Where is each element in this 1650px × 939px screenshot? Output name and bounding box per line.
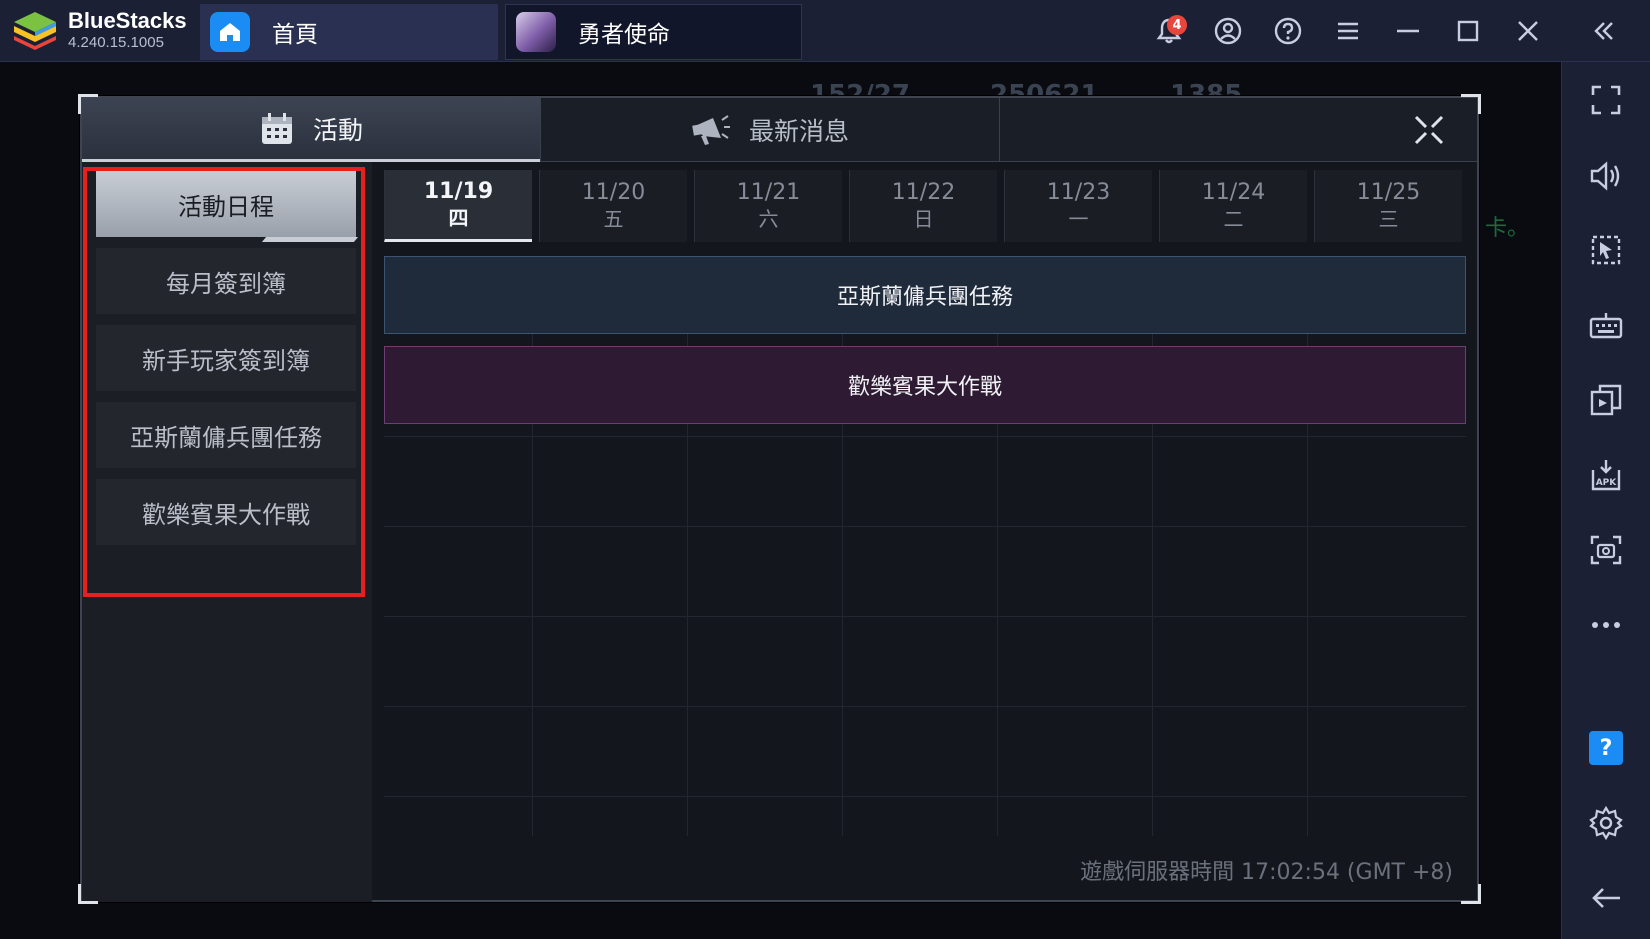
schedule-grid: 亞斯蘭傭兵團任務 歡樂賓果大作戰 bbox=[384, 256, 1466, 836]
weekday-label: 四 bbox=[448, 205, 469, 230]
help-circle-icon[interactable] bbox=[1271, 14, 1305, 48]
date-label: 11/20 bbox=[581, 180, 646, 205]
event-menu: 活動日程 每月簽到簿 新手玩家簽到簿 亞斯蘭傭兵團任務 歡樂賓果大作戰 bbox=[82, 162, 372, 902]
date-label: 11/25 bbox=[1356, 180, 1421, 205]
grid-line bbox=[384, 706, 1466, 707]
weekday-label: 五 bbox=[603, 207, 624, 231]
date-label: 11/24 bbox=[1201, 180, 1266, 205]
dialog-tab-bar: 活動 最新消息 bbox=[82, 98, 1477, 162]
date-label: 11/19 bbox=[423, 178, 494, 204]
menu-item-schedule[interactable]: 活動日程 bbox=[96, 171, 356, 237]
bluestacks-logo bbox=[14, 12, 56, 50]
date-tab[interactable]: 11/19 四 bbox=[384, 170, 532, 242]
date-tab[interactable]: 11/22 日 bbox=[849, 170, 997, 242]
multi-instance-icon[interactable] bbox=[1584, 378, 1628, 422]
tab-events[interactable]: 活動 bbox=[82, 98, 540, 162]
maximize-icon[interactable] bbox=[1451, 14, 1485, 48]
help-icon[interactable]: ? bbox=[1584, 726, 1628, 770]
date-label: 11/21 bbox=[736, 180, 801, 205]
grid-line bbox=[384, 526, 1466, 527]
date-tab[interactable]: 11/24 二 bbox=[1159, 170, 1307, 242]
account-icon[interactable] bbox=[1211, 14, 1245, 48]
apk-install-icon[interactable]: APK bbox=[1584, 453, 1628, 497]
menu-item-bingo[interactable]: 歡樂賓果大作戰 bbox=[96, 479, 356, 545]
grid-line bbox=[384, 436, 1466, 437]
event-bar-mercenary[interactable]: 亞斯蘭傭兵團任務 bbox=[384, 256, 1466, 334]
weekday-label: 日 bbox=[913, 207, 934, 231]
menu-icon[interactable] bbox=[1331, 14, 1365, 48]
grid-line bbox=[532, 256, 533, 836]
date-tab[interactable]: 11/23 一 bbox=[1004, 170, 1152, 242]
frame-corner bbox=[1461, 94, 1481, 114]
settings-icon[interactable] bbox=[1584, 801, 1628, 845]
app-version: 4.240.15.1005 bbox=[68, 34, 164, 51]
more-icon[interactable] bbox=[1584, 603, 1628, 647]
calendar-icon bbox=[261, 112, 292, 144]
tab-home-label: 首頁 bbox=[272, 22, 318, 48]
dialog-close-icon[interactable] bbox=[1411, 112, 1447, 148]
date-tab[interactable]: 11/21 六 bbox=[694, 170, 842, 242]
megaphone-icon bbox=[692, 115, 730, 145]
home-icon bbox=[210, 12, 250, 52]
weekday-label: 三 bbox=[1378, 207, 1399, 231]
grid-line bbox=[384, 796, 1466, 797]
menu-item-monthly-checkin[interactable]: 每月簽到簿 bbox=[96, 248, 356, 314]
grid-line bbox=[384, 616, 1466, 617]
grid-line bbox=[687, 256, 688, 836]
tab-home[interactable]: 首頁 bbox=[200, 4, 498, 60]
frame-corner bbox=[78, 94, 98, 114]
tab-game[interactable]: 勇者使命 bbox=[505, 4, 802, 60]
menu-item-mercenary-quest[interactable]: 亞斯蘭傭兵團任務 bbox=[96, 402, 356, 468]
close-window-icon[interactable] bbox=[1511, 14, 1545, 48]
date-tab[interactable]: 11/20 五 bbox=[539, 170, 687, 242]
event-dialog: 活動 最新消息 活動日程 每月簽到簿 新手玩家簽到簿 亞斯蘭傭兵團任務 歡樂賓果… bbox=[78, 94, 1481, 904]
keyboard-icon[interactable] bbox=[1584, 303, 1628, 347]
weekday-label: 一 bbox=[1068, 207, 1089, 231]
grid-line bbox=[842, 256, 843, 836]
hud-side-text: 卡。 bbox=[1485, 216, 1530, 241]
grid-line bbox=[997, 256, 998, 836]
menu-item-newbie-checkin[interactable]: 新手玩家簽到簿 bbox=[96, 325, 356, 391]
server-time: 遊戲伺服器時間 17:02:54 (GMT +8) bbox=[1080, 860, 1453, 885]
tab-news-label: 最新消息 bbox=[748, 117, 849, 146]
fullscreen-icon[interactable] bbox=[1584, 78, 1628, 122]
date-tab[interactable]: 11/25 三 bbox=[1314, 170, 1462, 242]
collapse-sidebar-icon[interactable] bbox=[1587, 14, 1621, 48]
apk-label: APK bbox=[1596, 478, 1618, 488]
app-name: BlueStacks bbox=[68, 8, 187, 33]
frame-corner bbox=[1461, 884, 1481, 904]
tab-game-label: 勇者使命 bbox=[578, 22, 670, 48]
date-label: 11/23 bbox=[1046, 180, 1111, 205]
event-bar-bingo[interactable]: 歡樂賓果大作戰 bbox=[384, 346, 1466, 424]
date-label: 11/22 bbox=[891, 180, 956, 205]
weekday-label: 二 bbox=[1223, 207, 1244, 231]
bluestacks-sidebar: APK ? bbox=[1561, 62, 1650, 939]
schedule-content: 11/19 四 11/20 五 11/21 六 11/22 日 11/23 一 … bbox=[384, 170, 1466, 836]
frame-corner bbox=[78, 884, 98, 904]
weekday-label: 六 bbox=[758, 207, 779, 231]
grid-line bbox=[1152, 256, 1153, 836]
selection-icon[interactable] bbox=[1584, 228, 1628, 272]
tab-news[interactable]: 最新消息 bbox=[540, 98, 1000, 162]
game-avatar-icon bbox=[516, 12, 556, 52]
grid-line bbox=[1307, 256, 1308, 836]
volume-icon[interactable] bbox=[1584, 154, 1628, 198]
tab-events-label: 活動 bbox=[312, 115, 363, 145]
title-bar: BlueStacks 4.240.15.1005 首頁 勇者使命 4 bbox=[0, 0, 1650, 62]
notification-badge: 4 bbox=[1167, 15, 1187, 35]
minimize-icon[interactable] bbox=[1391, 14, 1425, 48]
screenshot-icon[interactable] bbox=[1584, 528, 1628, 572]
back-icon[interactable] bbox=[1584, 876, 1628, 920]
